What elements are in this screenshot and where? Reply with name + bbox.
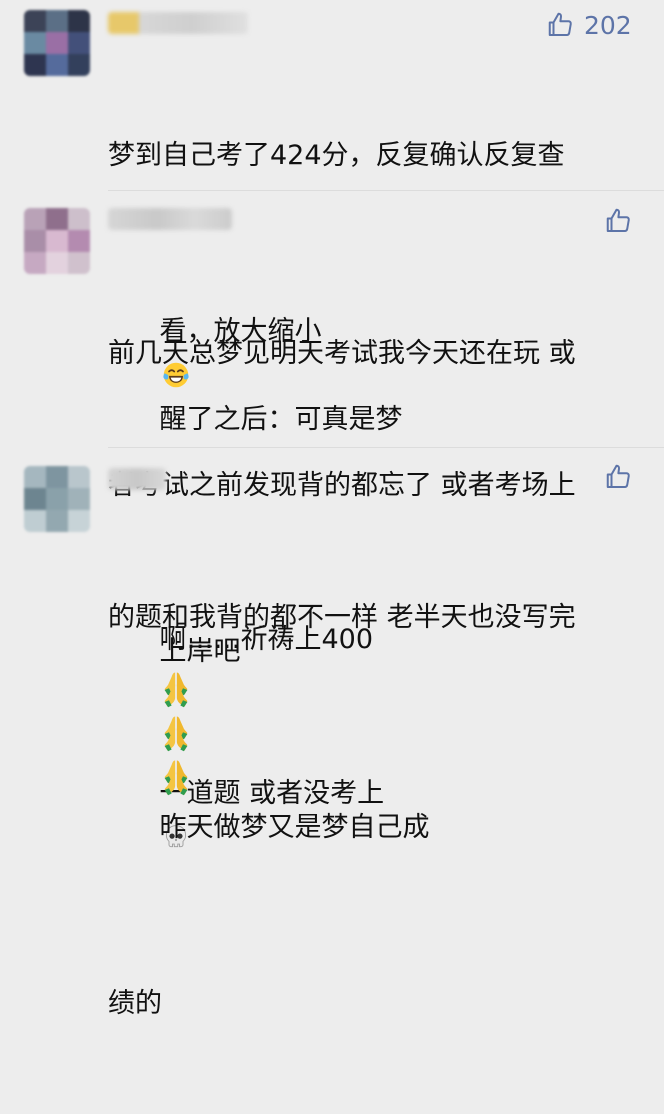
thumbs-up-icon xyxy=(548,12,572,36)
comment-line: 绩的 xyxy=(108,988,162,1019)
folded-hands-emoji xyxy=(164,728,187,752)
divider xyxy=(108,447,664,448)
username-blurred[interactable] xyxy=(108,208,232,230)
comment-line: 上岸吧 昨天做梦又是梦自己成 xyxy=(159,636,430,843)
username-blurred[interactable] xyxy=(108,468,166,490)
like-count: 202 xyxy=(584,10,632,40)
like-button[interactable]: 202 xyxy=(546,10,632,40)
comment-line: 前几天总梦见明天考试我今天还在玩 或 xyxy=(108,338,576,369)
comment-line: 梦到自己考了424分，反复确认反复查 xyxy=(108,140,565,171)
like-button[interactable] xyxy=(604,462,634,492)
thumbs-up-icon xyxy=(606,464,630,488)
avatar[interactable] xyxy=(24,466,90,532)
divider xyxy=(108,190,664,191)
avatar[interactable] xyxy=(24,208,90,274)
thumbs-up-icon xyxy=(606,208,630,232)
comment-text: 上岸吧 昨天做梦又是梦自己成 绩的 xyxy=(108,498,648,1114)
avatar[interactable] xyxy=(24,10,90,76)
username-blurred[interactable] xyxy=(108,12,248,34)
folded-hands-emoji xyxy=(164,772,187,796)
folded-hands-emoji xyxy=(164,684,187,708)
like-button[interactable] xyxy=(604,206,634,236)
